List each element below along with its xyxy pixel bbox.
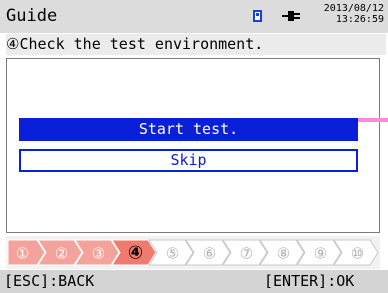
guide-screen: Guide 2013/08/12 13:26:59 ④Check the tes…: [0, 0, 388, 293]
ac-plug-icon: [282, 11, 300, 21]
step-label-1: ①: [16, 245, 29, 263]
step-label-2: ②: [55, 245, 68, 263]
step-label-3: ③: [92, 245, 105, 263]
step-label-4: ④: [128, 243, 143, 264]
title-bar: Guide 2013/08/12 13:26:59: [0, 0, 388, 33]
soft-key-bar: [ESC]:BACK [ENTER]:OK: [0, 270, 388, 293]
back-key-label[interactable]: [ESC]:BACK: [4, 273, 94, 290]
content-panel: [6, 58, 380, 233]
screen-title: Guide: [6, 6, 58, 26]
step-label-5: ⑤: [166, 245, 179, 263]
step-label-10: ⑩: [351, 245, 364, 263]
time-text: 13:26:59: [335, 14, 384, 25]
step-label-9: ⑨: [314, 245, 327, 263]
step-label-8: ⑧: [277, 245, 290, 263]
scroll-indicator: [358, 118, 388, 122]
step-heading: ④Check the test environment.: [6, 34, 386, 55]
datetime: 2013/08/12 13:26:59: [318, 3, 384, 25]
step-label-6: ⑥: [203, 245, 216, 263]
sd-card-icon: [253, 10, 262, 22]
step-progress-svg: ① ② ③ ④ ⑤ ⑥ ⑦ ⑧ ⑨ ⑩: [7, 239, 379, 266]
date-text: 2013/08/12: [323, 3, 384, 14]
step-progress: ① ② ③ ④ ⑤ ⑥ ⑦ ⑧ ⑨ ⑩: [6, 236, 380, 269]
skip-button[interactable]: Skip: [19, 149, 358, 172]
step-label-7: ⑦: [240, 245, 253, 263]
start-test-button[interactable]: Start test.: [19, 118, 358, 141]
ok-key-label[interactable]: [ENTER]:OK: [264, 273, 354, 290]
